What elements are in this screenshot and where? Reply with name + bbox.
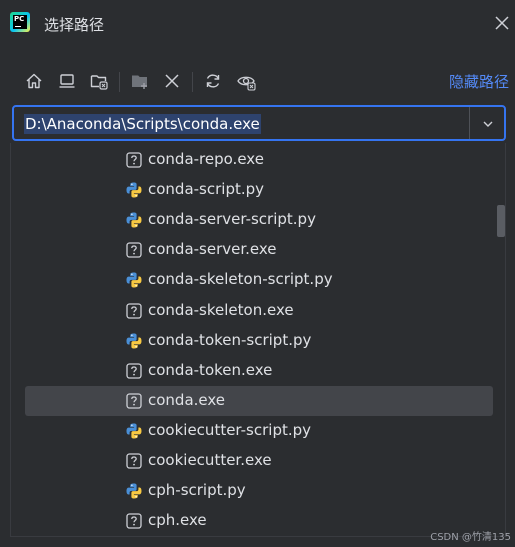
file-row[interactable]: conda-skeleton-script.py [25,265,493,295]
vertical-scrollbar[interactable] [497,205,505,237]
new-folder-button[interactable] [127,68,153,94]
title-bar: PC 选择路径 [0,0,515,46]
project-folder-icon [90,75,108,90]
file-name: cph.exe [148,511,207,530]
toolbar-separator [192,72,193,92]
desktop-icon [59,74,75,88]
delete-icon [165,74,179,88]
delete-button[interactable] [159,68,185,94]
chevron-down-icon[interactable] [478,114,498,134]
file-name: conda-repo.exe [148,150,264,168]
hide-path-link[interactable]: 隐藏路径 [449,71,509,92]
combo-divider [469,107,470,139]
file-row[interactable]: cookiecutter-script.py [25,416,493,446]
dialog-title: 选择路径 [44,16,105,34]
file-row[interactable]: conda.exe [25,385,493,416]
file-name: conda-skeleton-script.py [148,270,333,289]
file-row[interactable]: conda-script.py [25,175,493,205]
path-combo-box[interactable]: D:\Anaconda\Scripts\conda.exe [12,105,506,141]
file-name: cookiecutter.exe [148,451,272,469]
toolbar: 隐藏路径 [0,64,515,98]
unknown-file-icon [125,362,143,380]
file-row[interactable]: conda-skeleton.exe [25,296,493,326]
file-name: conda-server-script.py [148,210,316,229]
file-name: conda-server.exe [148,240,277,259]
logo-text: PC [13,15,27,29]
home-button[interactable] [21,68,47,94]
unknown-file-icon [125,151,143,169]
file-name: conda-script.py [148,180,265,199]
pycharm-logo-icon: PC [10,12,30,32]
file-row[interactable]: conda-token-script.py [25,326,493,356]
file-row[interactable]: conda-server-script.py [25,205,493,235]
file-name: conda-skeleton.exe [148,300,294,319]
path-input[interactable]: D:\Anaconda\Scripts\conda.exe [24,114,261,134]
file-name: conda-token.exe [148,360,273,379]
desktop-button[interactable] [54,68,80,94]
show-hidden-icon [237,76,256,91]
file-row[interactable]: cph.exe [25,506,493,536]
python-file-icon [125,332,143,350]
unknown-file-icon [125,241,143,259]
file-row[interactable]: cookiecutter.exe [25,446,493,476]
file-name: conda.exe [148,390,226,409]
file-tree[interactable]: conda-repo.exe conda-script.py conda-serve… [10,143,506,537]
refresh-icon [206,74,220,88]
show-hidden-button[interactable] [233,68,259,94]
file-row[interactable]: conda-server.exe [25,235,493,265]
toolbar-separator [119,72,120,92]
refresh-button[interactable] [200,68,226,94]
python-file-icon [125,181,143,199]
file-name: cph-script.py [148,481,246,500]
unknown-file-icon [125,452,143,470]
file-row[interactable]: conda-repo.exe [25,145,493,175]
file-name: conda-token-script.py [148,330,312,349]
close-button[interactable] [491,12,513,34]
python-file-icon [125,211,143,229]
python-file-icon [125,422,143,440]
watermark: CSDN @竹清135 [430,532,511,543]
file-row[interactable]: conda-token.exe [25,356,493,386]
python-file-icon [125,482,143,500]
unknown-file-icon [125,392,143,410]
unknown-file-icon [125,512,143,530]
close-icon [495,16,509,30]
unknown-file-icon [125,302,143,320]
file-row[interactable]: cph-script.py [25,476,493,506]
home-icon [26,73,42,89]
file-name: cookiecutter-script.py [148,420,312,439]
project-folder-button[interactable] [86,68,112,94]
python-file-icon [125,271,143,289]
new-folder-icon [132,75,147,89]
